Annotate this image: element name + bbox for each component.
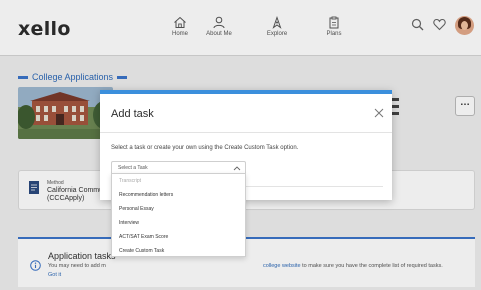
option-personal-essay[interactable]: Personal Essay [112, 202, 245, 216]
option-label: ACT/SAT Exam Score [119, 234, 169, 240]
option-label: Transcript [119, 178, 142, 184]
modal-footer-divider [246, 186, 383, 187]
modal-title: Add task [111, 108, 154, 120]
modal-divider [100, 132, 392, 133]
option-interview[interactable]: Interview [112, 216, 245, 230]
option-label: Interview [119, 220, 140, 226]
option-recommendation-letters[interactable]: Recommendation letters [112, 188, 245, 202]
option-transcript: Transcript [112, 174, 245, 188]
task-options-list: Transcript Recommendation letters Person… [111, 173, 246, 257]
modal-help-text: Select a task or create your own using t… [111, 145, 299, 151]
close-icon[interactable] [374, 108, 384, 118]
option-create-custom-task[interactable]: Create Custom Task [112, 244, 245, 258]
option-act-sat-exam-score[interactable]: ACT/SAT Exam Score [112, 230, 245, 244]
chevron-up-icon [233, 166, 241, 171]
option-label: Create Custom Task [119, 248, 165, 254]
option-label: Recommendation letters [119, 192, 174, 198]
option-label: Personal Essay [119, 206, 154, 212]
select-task-placeholder: Select a Task [118, 165, 148, 171]
